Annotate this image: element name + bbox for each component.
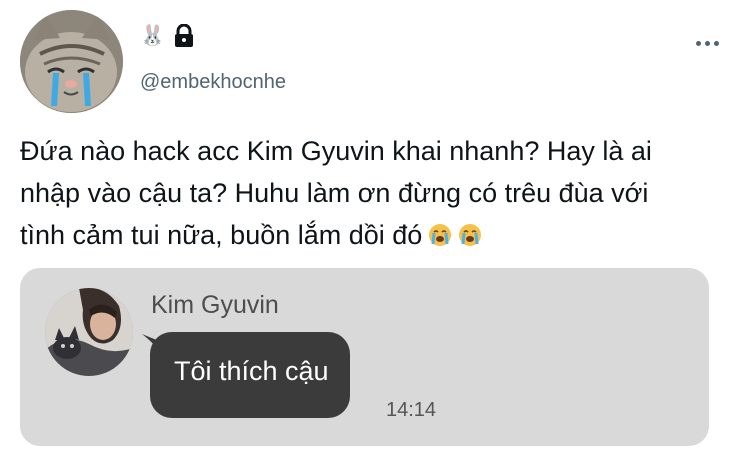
chat-sender-name: Kim Gyuvin (151, 291, 279, 319)
bunny-emoji-icon: 🐰 (140, 25, 165, 47)
tweet-text: Đứa nào hack acc Kim Gyuvin khai nhanh? … (20, 136, 652, 250)
display-name-row[interactable]: 🐰 (140, 24, 195, 48)
sender-photo (45, 288, 133, 376)
crying-cat-image (20, 10, 123, 113)
crying-face-icon (459, 224, 482, 246)
profile-avatar[interactable] (20, 10, 123, 113)
chat-sender-avatar (45, 288, 133, 376)
chat-message-text: Tôi thích cậu (174, 356, 329, 386)
more-options-icon[interactable] (696, 36, 722, 50)
lock-icon (174, 24, 193, 47)
chat-message-time: 14:14 (386, 399, 437, 421)
profile-handle[interactable]: @embekhocnhe (140, 71, 286, 94)
chat-message-bubble: Tôi thích cậu (150, 332, 350, 418)
crying-face-icon (429, 224, 452, 246)
attached-chat-screenshot[interactable]: Kim Gyuvin Tôi thích cậu 14:14 (20, 268, 709, 446)
tweet-body: Đứa nào hack acc Kim Gyuvin khai nhanh? … (20, 130, 720, 256)
